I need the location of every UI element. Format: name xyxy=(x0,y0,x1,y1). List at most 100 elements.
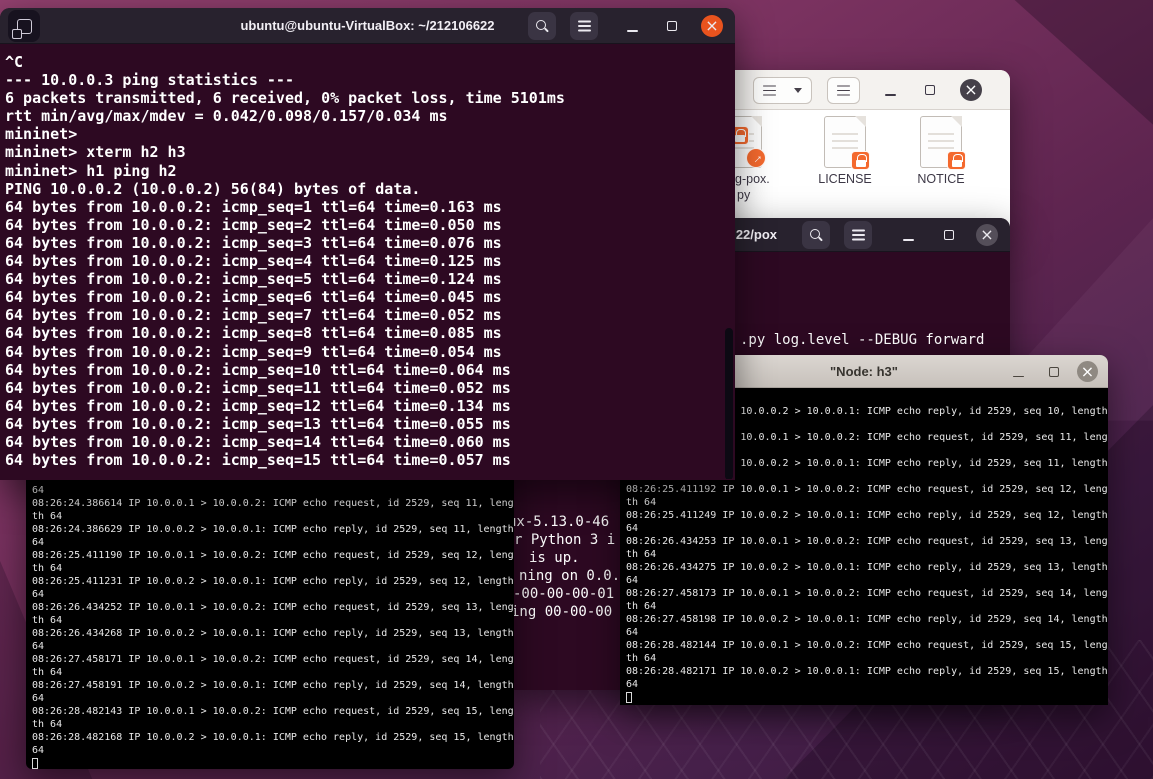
pox-terminal-title: 22/pox xyxy=(735,227,777,242)
terminal-line: 64 bytes from 10.0.0.2: icmp_seq=12 ttl=… xyxy=(5,396,511,415)
terminal-line: 64 bytes from 10.0.0.2: icmp_seq=15 ttl=… xyxy=(5,451,511,470)
terminal-text-fragment: r Python 3 i xyxy=(514,532,616,548)
file-label: LICENSE xyxy=(818,172,872,186)
maximize-button[interactable] xyxy=(1041,359,1066,384)
menu-button[interactable] xyxy=(570,12,598,40)
minimize-button[interactable] xyxy=(1006,359,1031,384)
text-cursor xyxy=(32,758,38,769)
terminal-line: 64 xyxy=(32,641,45,652)
terminal-line: 08:26:24.386614 IP 10.0.0.1 > 10.0.0.2: … xyxy=(32,498,514,509)
file-item-notice[interactable]: NOTICE xyxy=(891,114,991,226)
terminal-line: 64 bytes from 10.0.0.2: icmp_seq=9 ttl=6… xyxy=(5,342,502,361)
file-label: g-pox. xyxy=(735,172,770,186)
search-icon xyxy=(535,19,549,33)
menu-button[interactable] xyxy=(827,77,860,104)
minimize-button[interactable] xyxy=(618,12,646,40)
menu-icon xyxy=(577,25,591,27)
terminal-line: 64 bytes from 10.0.0.2: icmp_seq=1 ttl=6… xyxy=(5,197,502,216)
terminal-line: rtt min/avg/max/mdev = 0.042/0.098/0.157… xyxy=(5,107,448,126)
lock-emblem-icon xyxy=(947,151,966,170)
list-view-button[interactable] xyxy=(753,77,786,104)
lock-emblem-icon xyxy=(851,151,870,170)
terminal-line: mininet> h1 ping h2 xyxy=(5,161,177,180)
terminal-line: 64 bytes from 10.0.0.2: icmp_seq=7 ttl=6… xyxy=(5,306,502,325)
terminal-line: 08:26:25.411249 IP 10.0.0.2 > 10.0.0.1: … xyxy=(626,510,1108,521)
maximize-icon xyxy=(944,230,954,240)
terminal-line: 64 xyxy=(32,589,45,600)
terminal-line: th 64 xyxy=(626,497,657,508)
terminal-line: 08:26:24.386629 IP 10.0.0.2 > 10.0.0.1: … xyxy=(32,524,514,535)
terminal-line: 64 bytes from 10.0.0.2: icmp_seq=3 ttl=6… xyxy=(5,233,502,252)
terminal-line: 08:26:26.434275 IP 10.0.0.2 > 10.0.0.1: … xyxy=(626,562,1108,573)
maximize-button[interactable] xyxy=(935,221,963,249)
chevron-down-icon xyxy=(794,88,802,93)
terminal-line: 08:26:28.482143 IP 10.0.0.1 > 10.0.0.2: … xyxy=(32,706,514,717)
terminal-lines: ^C --- 10.0.0.3 ping statistics --- 6 pack… xyxy=(5,53,735,469)
terminal-line: 64 xyxy=(626,523,639,534)
terminal-line: 64 bytes from 10.0.0.2: icmp_seq=2 ttl=6… xyxy=(5,215,502,234)
search-icon xyxy=(809,228,823,242)
close-button[interactable]: × xyxy=(976,224,998,246)
view-options-button[interactable] xyxy=(785,77,812,104)
minimize-button[interactable] xyxy=(878,78,902,102)
terminal-line: th 64 xyxy=(32,615,63,626)
minimize-icon xyxy=(626,30,638,32)
terminal-line: th 64 xyxy=(32,719,63,730)
maximize-icon xyxy=(925,85,935,95)
file-item-license[interactable]: LICENSE xyxy=(795,114,895,226)
maximize-button[interactable] xyxy=(658,12,686,40)
terminal-text-fragment: ning on 0.0. xyxy=(519,568,621,584)
terminal-line: --- 10.0.0.3 ping statistics --- xyxy=(5,71,294,90)
list-view-icon xyxy=(763,89,776,92)
close-icon: × xyxy=(705,16,719,35)
main-terminal-titlebar[interactable]: ubuntu@ubuntu-VirtualBox: ~/212106622 × xyxy=(0,8,735,44)
terminal-line: 64 xyxy=(32,485,45,496)
maximize-button[interactable] xyxy=(918,78,942,102)
terminal-text-fragment: is up. xyxy=(529,550,580,566)
file-manager-window: × → g-pox. py LICENSE NOTICE xyxy=(700,70,1010,230)
terminal-text-fragment: ing 00-00-00 xyxy=(511,604,613,620)
terminal-line: 08:26:27.458191 IP 10.0.0.2 > 10.0.0.1: … xyxy=(32,680,514,691)
terminal-line: th 64 xyxy=(32,563,63,574)
terminal-line: 08:26:28.482168 IP 10.0.0.2 > 10.0.0.1: … xyxy=(32,732,514,743)
close-button[interactable]: × xyxy=(1077,361,1098,382)
close-icon: × xyxy=(964,80,978,99)
terminal-line: 64 xyxy=(32,537,45,548)
file-manager-toolbar[interactable]: × xyxy=(700,70,1010,110)
search-button[interactable] xyxy=(528,12,556,40)
close-icon: × xyxy=(980,225,994,244)
maximize-icon xyxy=(667,21,677,31)
terminal-line: 64 xyxy=(32,745,45,756)
menu-icon xyxy=(851,234,865,236)
file-manager-content: → g-pox. py LICENSE NOTICE xyxy=(700,110,1010,229)
minimize-button[interactable] xyxy=(894,221,922,249)
terminal-line: 64 xyxy=(32,693,45,704)
terminal-line: 64 bytes from 10.0.0.2: icmp_seq=10 ttl=… xyxy=(5,360,511,379)
terminal-line: 08:26:28.482144 IP 10.0.0.1 > 10.0.0.2: … xyxy=(626,640,1108,651)
file-icon xyxy=(824,116,870,170)
terminal-line: 08:26:26.434252 IP 10.0.0.1 > 10.0.0.2: … xyxy=(32,602,514,613)
terminal-line: 64 bytes from 10.0.0.2: icmp_seq=5 ttl=6… xyxy=(5,270,502,289)
search-button[interactable] xyxy=(802,221,830,249)
file-icon xyxy=(920,116,966,170)
close-button[interactable]: × xyxy=(701,15,723,37)
terminal-line: 08:26:27.458198 IP 10.0.0.2 > 10.0.0.1: … xyxy=(626,614,1108,625)
terminal-line: 64 bytes from 10.0.0.2: icmp_seq=14 ttl=… xyxy=(5,432,511,451)
xterm-h2-window: 64 08:26:24.386614 IP 10.0.0.1 > 10.0.0.2… xyxy=(26,450,514,769)
terminal-line: 64 bytes from 10.0.0.2: icmp_seq=8 ttl=6… xyxy=(5,324,502,343)
terminal-line: 64 bytes from 10.0.0.2: icmp_seq=11 ttl=… xyxy=(5,378,511,397)
close-button[interactable]: × xyxy=(960,79,982,101)
menu-button[interactable] xyxy=(844,221,872,249)
terminal-text-fragment: -00-00-00-01 xyxy=(513,586,615,602)
terminal-line: 08:26:26.434268 IP 10.0.0.2 > 10.0.0.1: … xyxy=(32,628,514,639)
terminal-lines: 64 08:26:24.386614 IP 10.0.0.1 > 10.0.0.2… xyxy=(32,458,514,757)
terminal-output[interactable]: 64 08:26:24.386614 IP 10.0.0.1 > 10.0.0.2… xyxy=(26,450,514,769)
minimize-icon xyxy=(884,94,896,96)
terminal-line: 08:26:27.458171 IP 10.0.0.1 > 10.0.0.2: … xyxy=(32,654,514,665)
terminal-output[interactable]: ^C --- 10.0.0.3 ping statistics --- 6 pack… xyxy=(0,44,735,479)
maximize-icon xyxy=(1048,366,1059,377)
scrollbar[interactable] xyxy=(725,328,733,479)
terminal-line: 08:26:28.482171 IP 10.0.0.2 > 10.0.0.1: … xyxy=(626,666,1108,677)
terminal-line: th 64 xyxy=(32,667,63,678)
terminal-line: 6 packets transmitted, 6 received, 0% pa… xyxy=(5,89,565,108)
